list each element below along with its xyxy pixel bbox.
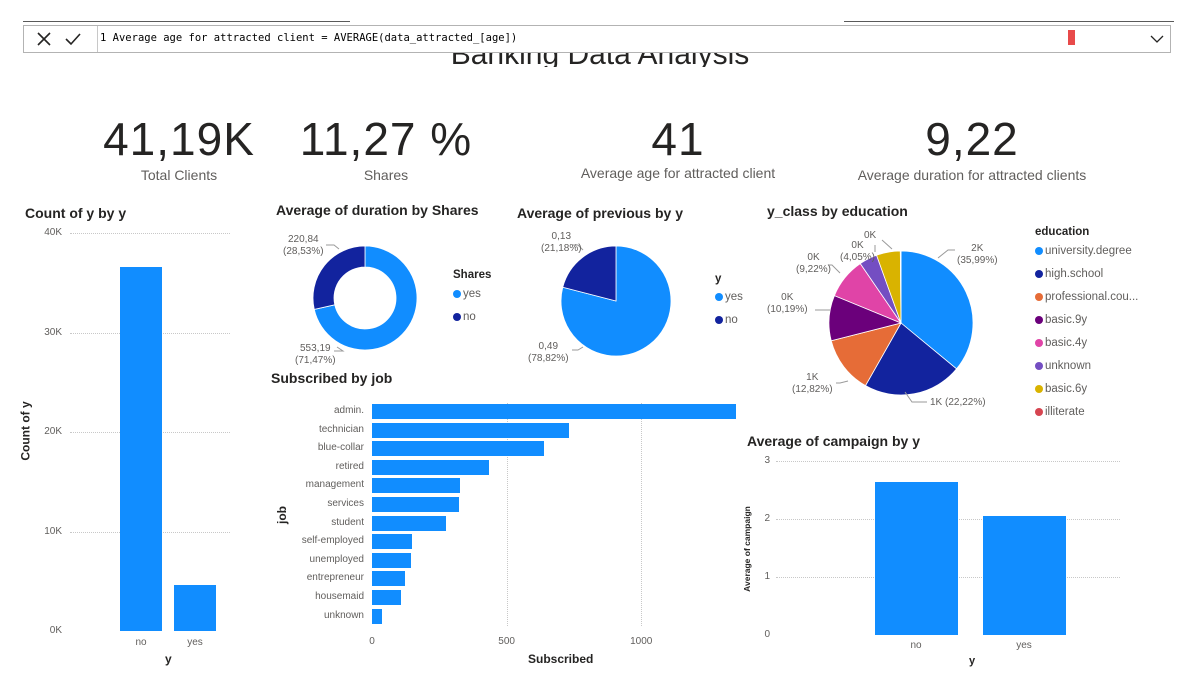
- edu-pc-label: 1K (12,82%): [792, 372, 833, 395]
- edu-legend-label: basic.9y: [1045, 314, 1088, 326]
- edu-legend-item[interactable]: basic.6y: [1035, 383, 1087, 395]
- count-y-gridline: [70, 233, 230, 234]
- legend-dot: [1035, 362, 1043, 370]
- count-y-bar-yes[interactable]: [174, 584, 216, 631]
- job-bar-housemaid[interactable]: [372, 590, 401, 605]
- edu-b6-label: 0K: [864, 230, 877, 241]
- campaign-xlabel: y: [969, 655, 976, 667]
- job-bar-technician[interactable]: [372, 422, 569, 438]
- job-bar-unemployed[interactable]: [372, 552, 411, 568]
- legend-dot: [1035, 247, 1043, 255]
- count-y-tick: 20K: [44, 426, 62, 437]
- campaign-ytick: 3: [764, 455, 770, 466]
- campaign-xtick: no: [910, 640, 922, 651]
- job-xtick: 500: [498, 636, 515, 647]
- job-ytick: student: [331, 516, 364, 528]
- edu-legend-label: illiterate: [1045, 406, 1085, 418]
- edu-legend-item[interactable]: professional.cou...: [1035, 291, 1138, 303]
- count-y-bar-no[interactable]: [120, 267, 162, 631]
- edu-legend-label: high.school: [1045, 268, 1104, 280]
- edu-b4-label: 0K (9,22%): [796, 252, 832, 275]
- job-ytick: blue-collar: [317, 442, 364, 454]
- edu-legend-label: basic.4y: [1045, 337, 1088, 349]
- campaign-bar-yes[interactable]: [982, 516, 1066, 635]
- edu-legend-label: basic.6y: [1045, 383, 1088, 395]
- legend-dot: [1035, 385, 1043, 393]
- campaign-gridline: [776, 461, 1120, 462]
- edu-legend-item[interactable]: unknown: [1035, 360, 1091, 372]
- legend-dot: [1035, 270, 1043, 278]
- campaign-ytick: 0: [764, 629, 770, 640]
- job-xtick: 1000: [630, 636, 653, 647]
- job-ytick: services: [327, 498, 364, 509]
- subscribed-job-title: Subscribed by job: [271, 370, 393, 386]
- campaign-bar-no[interactable]: [874, 482, 958, 635]
- campaign-xtick: yes: [1016, 640, 1032, 651]
- job-bar-blue-collar[interactable]: [372, 441, 544, 457]
- job-ytick: unemployed: [309, 553, 364, 565]
- job-ytick: retired: [335, 460, 364, 472]
- edu-legend-item[interactable]: illiterate: [1035, 406, 1085, 418]
- job-xtick: 0: [369, 636, 375, 647]
- edu-hs-label: 1K (22,22%): [930, 397, 986, 408]
- edu-legend-title: education: [1035, 226, 1090, 238]
- job-bar-management[interactable]: [372, 478, 461, 494]
- campaign-y-title: Average of campaign by y: [747, 433, 920, 449]
- job-ytick: technician: [318, 423, 364, 435]
- edu-b9-label: 0K (10,19%): [767, 292, 808, 315]
- count-y-xtick: no: [135, 637, 147, 648]
- job-bar-admin[interactable]: [372, 404, 736, 419]
- count-y-tick: 30K: [44, 326, 62, 338]
- job-ytick: self-employed: [301, 535, 364, 547]
- legend-dot: [1035, 339, 1043, 347]
- edu-ud-label: 2K (35,99%): [957, 243, 998, 266]
- job-ytick: admin.: [333, 405, 364, 416]
- legend-dot: [1035, 293, 1043, 301]
- job-bar-self-employed[interactable]: [372, 534, 413, 550]
- edu-un-label: 0K (4,05%): [840, 240, 876, 263]
- job-xlabel: Subscribed: [528, 652, 594, 666]
- job-bar-services[interactable]: [372, 497, 459, 512]
- campaign-ytick: 2: [764, 513, 770, 524]
- campaign-ylabel: Average of campaign: [741, 506, 752, 592]
- job-gridline: [641, 403, 643, 627]
- edu-legend-item[interactable]: university.degree: [1035, 245, 1132, 257]
- job-ytick: unknown: [323, 609, 364, 621]
- job-bar-entrepreneur[interactable]: [372, 571, 406, 587]
- count-y-tick: 40K: [44, 227, 62, 238]
- legend-dot: [1035, 408, 1043, 416]
- count-y-tick: 0K: [49, 625, 62, 636]
- count-y-tick: 10K: [44, 525, 62, 537]
- edu-legend-item[interactable]: basic.9y: [1035, 314, 1087, 326]
- job-ytick: management: [305, 479, 364, 491]
- edu-legend-item[interactable]: basic.4y: [1035, 337, 1087, 349]
- edu-legend-label: university.degree: [1045, 245, 1132, 257]
- job-bar-retired[interactable]: [372, 459, 489, 475]
- job-bar-student[interactable]: [372, 515, 447, 531]
- job-bar-unknown[interactable]: [372, 608, 382, 624]
- count-y-xtick: yes: [187, 637, 203, 648]
- job-ytick: entrepreneur: [306, 572, 364, 584]
- job-ytick: housemaid: [315, 591, 364, 602]
- edu-legend-label: unknown: [1045, 360, 1092, 372]
- campaign-ytick: 1: [764, 571, 770, 582]
- edu-legend-label: professional.cou...: [1045, 291, 1139, 303]
- legend-dot: [1035, 316, 1043, 324]
- edu-legend-item[interactable]: high.school: [1035, 268, 1103, 280]
